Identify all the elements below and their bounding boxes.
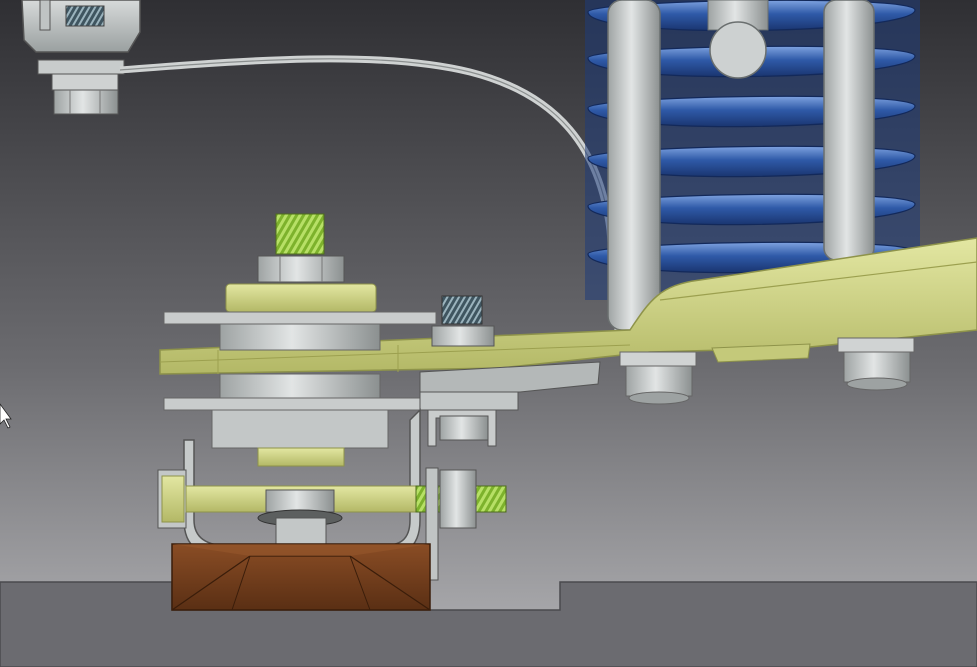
hex-nut-icon: [53, 89, 119, 115]
top-hex-nut-icon: [257, 255, 345, 283]
threaded-stud: [275, 213, 325, 255]
side-hex-nut-icon: [439, 469, 477, 529]
cad-scene: [0, 0, 977, 667]
shackle-pin: [709, 21, 767, 79]
rubber-isolator-block: [171, 543, 431, 611]
